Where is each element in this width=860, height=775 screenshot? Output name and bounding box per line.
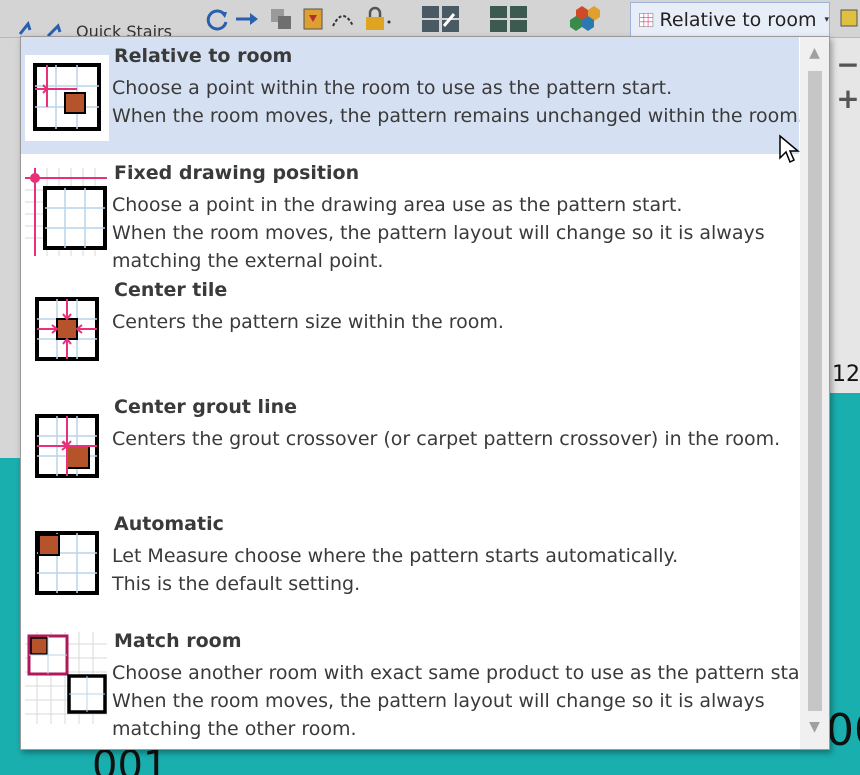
automatic-icon: [25, 521, 109, 607]
option-title: Center grout line: [114, 396, 297, 418]
main-toolbar: Quick Stairs Relative to room ▾: [0, 0, 860, 41]
hexagon-tile-icon[interactable]: [562, 4, 606, 34]
scroll-down-arrow-icon[interactable]: ▼: [800, 713, 829, 741]
option-automatic[interactable]: Automatic Let Measure choose where the p…: [21, 505, 799, 622]
option-description-line: Choose a point within the room to use as…: [112, 77, 673, 99]
plus-icon[interactable]: +: [836, 82, 860, 115]
relative-to-room-small-icon: [639, 13, 654, 27]
move-arrow-icon[interactable]: [234, 4, 260, 34]
chevron-down-icon: ▾: [824, 15, 829, 25]
lock-icon[interactable]: [362, 4, 392, 34]
option-relative-to-room[interactable]: Relative to room Choose a point within t…: [21, 37, 804, 154]
drawing-canvas-right: [830, 38, 860, 775]
option-description-line: When the room moves, the pattern layout …: [112, 690, 765, 712]
arc-icon[interactable]: [330, 4, 356, 34]
option-center-tile[interactable]: Center tile Centers the pattern size wit…: [21, 271, 799, 388]
option-description: Centers the grout crossover (or carpet p…: [112, 425, 780, 453]
rotate-icon[interactable]: [204, 4, 230, 34]
option-description-line: When the room moves, the pattern remains…: [112, 105, 804, 127]
fixed-drawing-position-icon: [23, 166, 109, 258]
option-center-grout-line[interactable]: Center grout line Centers the grout cros…: [21, 388, 799, 505]
option-description-line: Centers the pattern size within the room…: [112, 311, 504, 333]
option-description-line: Choose a point in the drawing area use a…: [112, 194, 683, 216]
option-description-line: Centers the grout crossover (or carpet p…: [112, 428, 781, 450]
minus-icon[interactable]: −: [836, 48, 860, 81]
option-title: Fixed drawing position: [114, 162, 360, 184]
pattern-start-selected-label: Relative to room: [659, 9, 817, 31]
option-description-line: When the room moves, the pattern layout …: [112, 222, 765, 244]
option-title: Relative to room: [114, 45, 293, 67]
option-description-line: This is the default setting.: [112, 573, 361, 595]
option-fixed-drawing-position[interactable]: Fixed drawing position Choose a point in…: [21, 154, 799, 272]
pattern-start-dropdown-list: Relative to room Choose a point within t…: [20, 36, 830, 750]
option-description-line: Choose another room with exact same prod…: [112, 662, 821, 684]
option-title: Automatic: [114, 513, 224, 535]
stack-icon[interactable]: [300, 4, 326, 34]
scroll-thumb[interactable]: [808, 71, 822, 711]
tile-tool-icon[interactable]: [420, 4, 462, 34]
toolbar-overflow-icon[interactable]: [838, 4, 860, 34]
relative-to-room-icon: [25, 55, 109, 141]
duplicate-icon[interactable]: [268, 4, 294, 34]
drawing-canvas-left: [0, 38, 22, 775]
option-match-room[interactable]: Match room Choose another room with exac…: [21, 622, 821, 749]
match-room-icon: [23, 630, 109, 726]
option-title: Match room: [114, 630, 242, 652]
option-description: Centers the pattern size within the room…: [112, 308, 504, 336]
scroll-up-arrow-icon[interactable]: ▲: [800, 39, 829, 67]
option-description-line: Let Measure choose where the pattern sta…: [112, 545, 679, 567]
tile-grid-icon[interactable]: [488, 4, 530, 34]
option-title: Center tile: [114, 279, 228, 301]
option-description: Let Measure choose where the pattern sta…: [112, 542, 678, 598]
option-description: Choose a point in the drawing area use a…: [112, 191, 765, 275]
center-grout-line-icon: [25, 404, 109, 490]
option-description-line: matching the other room.: [112, 718, 357, 740]
option-description: Choose a point within the room to use as…: [112, 74, 804, 130]
pattern-start-dropdown[interactable]: Relative to room ▾: [630, 2, 830, 38]
mouse-cursor-icon: [779, 134, 800, 164]
canvas-number-label-right: 00: [826, 705, 860, 756]
dropdown-scrollbar[interactable]: ▲ ▼: [800, 37, 829, 749]
dimension-label: 12': [832, 362, 860, 387]
canvas-room-floor-left: [0, 458, 22, 775]
option-description: Choose another room with exact same prod…: [112, 659, 821, 743]
center-tile-icon: [25, 287, 109, 373]
